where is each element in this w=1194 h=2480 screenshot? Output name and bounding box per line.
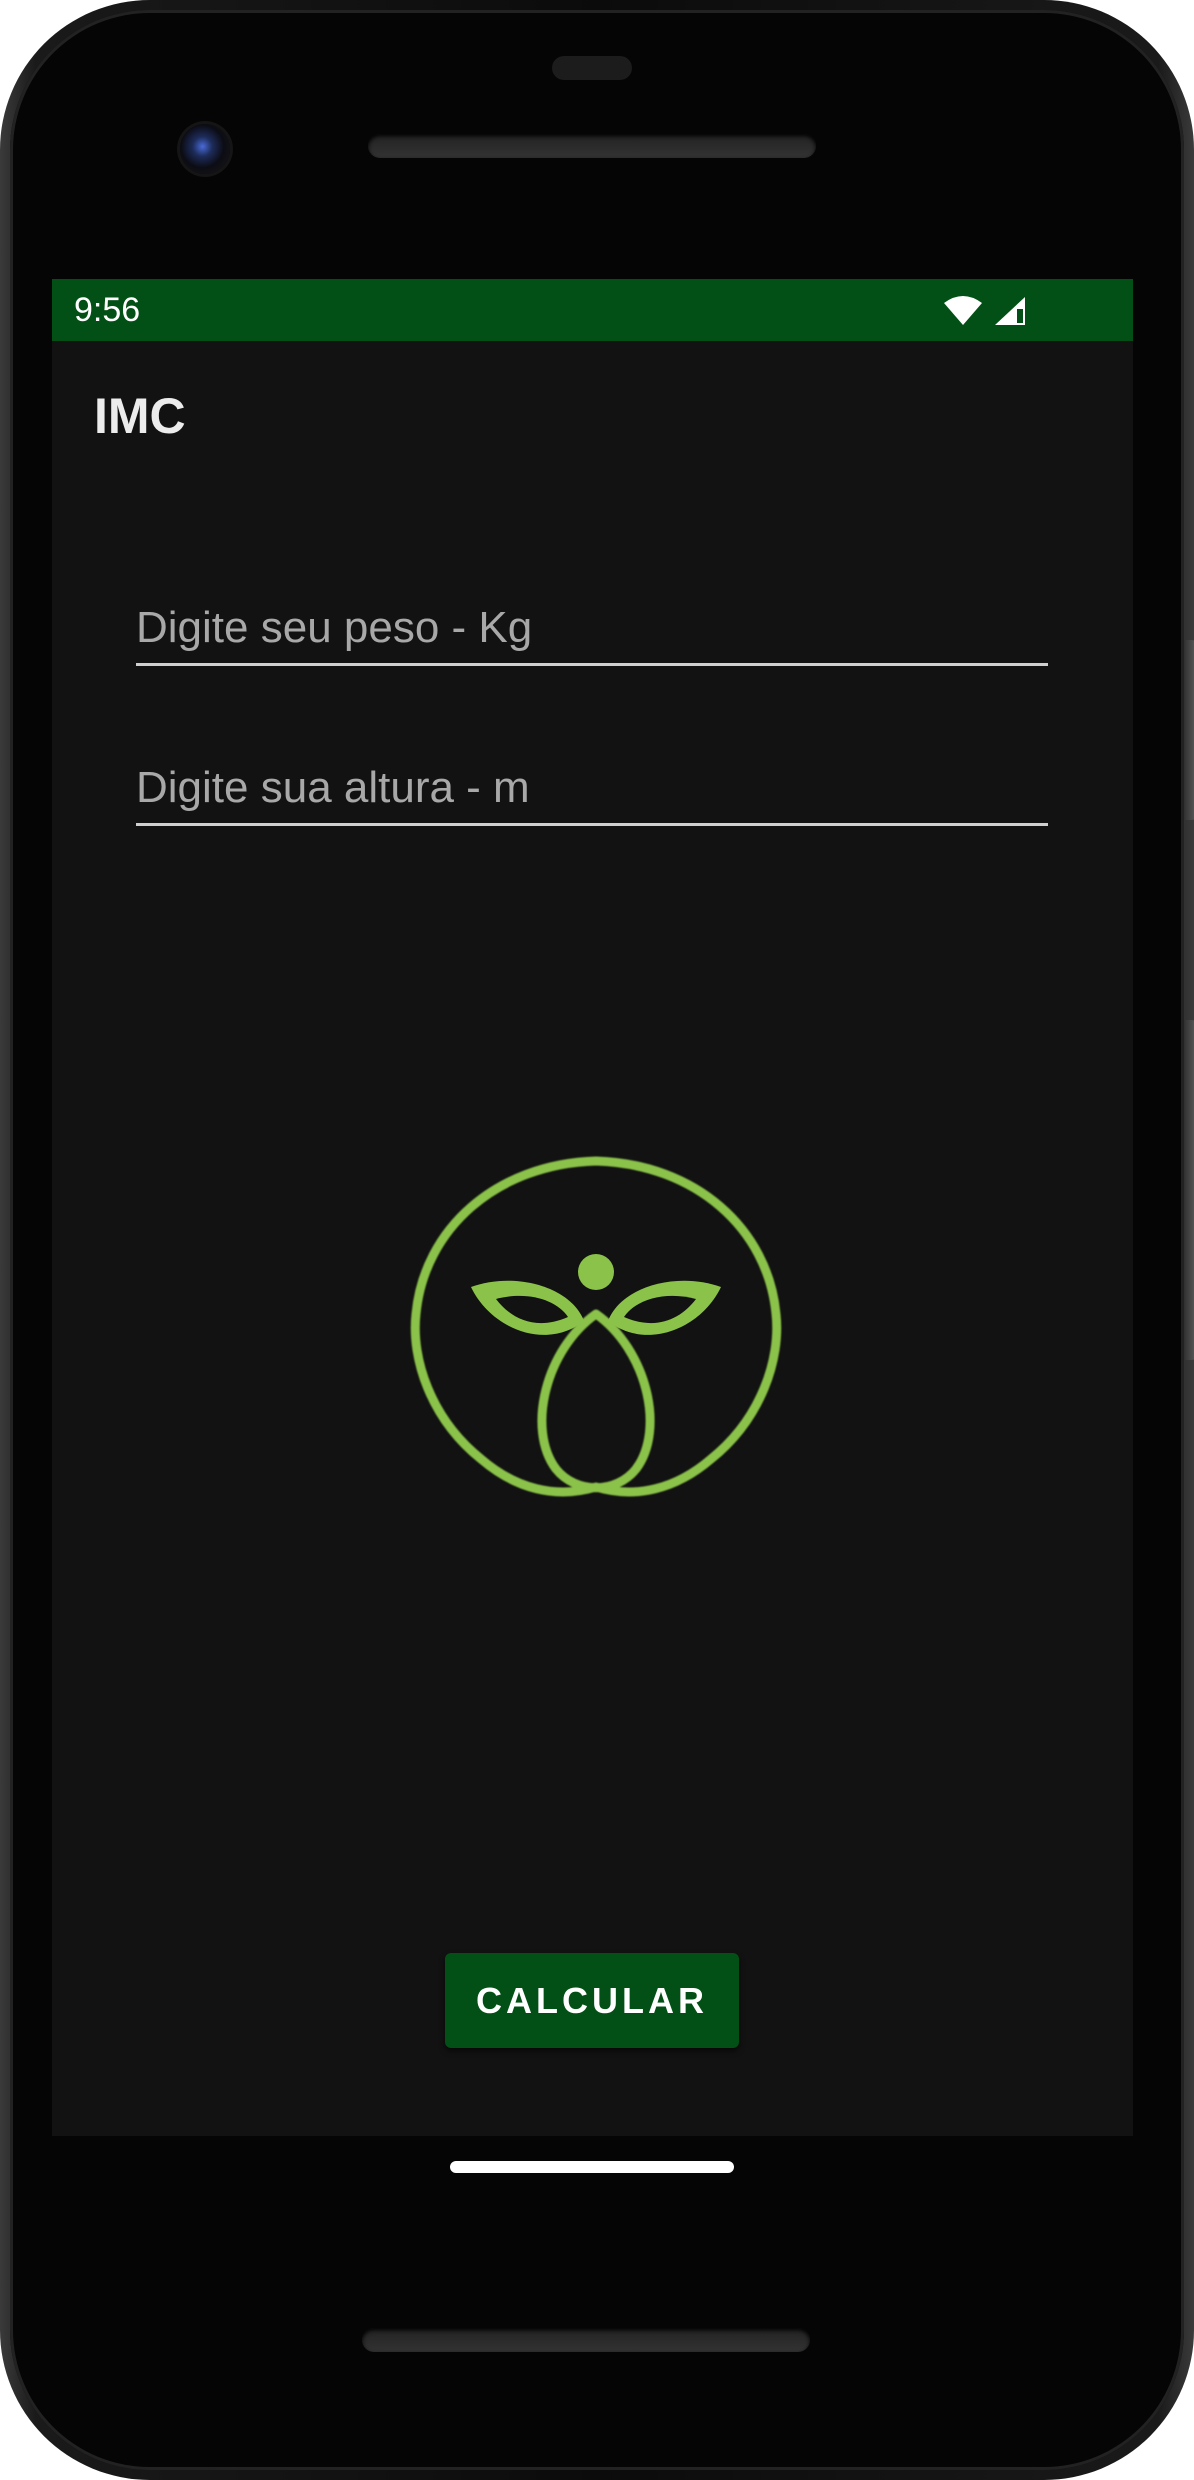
height-input[interactable] (136, 763, 1048, 813)
front-camera-icon (180, 124, 230, 174)
phone-frame: 9:56 IMC Digite seu peso - Kg Digite sua… (0, 0, 1194, 2480)
weight-input[interactable] (136, 603, 1048, 653)
calculate-button[interactable]: CALCULAR (445, 1953, 739, 2048)
bottom-speaker (362, 2328, 810, 2352)
screen: 9:56 IMC Digite seu peso - Kg Digite sua… (52, 279, 1133, 2136)
height-field (136, 753, 1048, 826)
sensor-slot (552, 56, 632, 80)
status-time: 9:56 (74, 291, 141, 329)
status-bar: 9:56 (52, 279, 1133, 341)
weight-field (136, 593, 1048, 666)
butterfly-figure-logo-icon (410, 1156, 782, 1497)
home-gesture-bar[interactable] (450, 2161, 734, 2173)
cell-signal-icon (995, 297, 1025, 325)
earpiece-speaker (368, 134, 816, 158)
app-title: IMC (94, 388, 186, 444)
wifi-icon (944, 296, 982, 325)
status-icons (943, 293, 1027, 329)
